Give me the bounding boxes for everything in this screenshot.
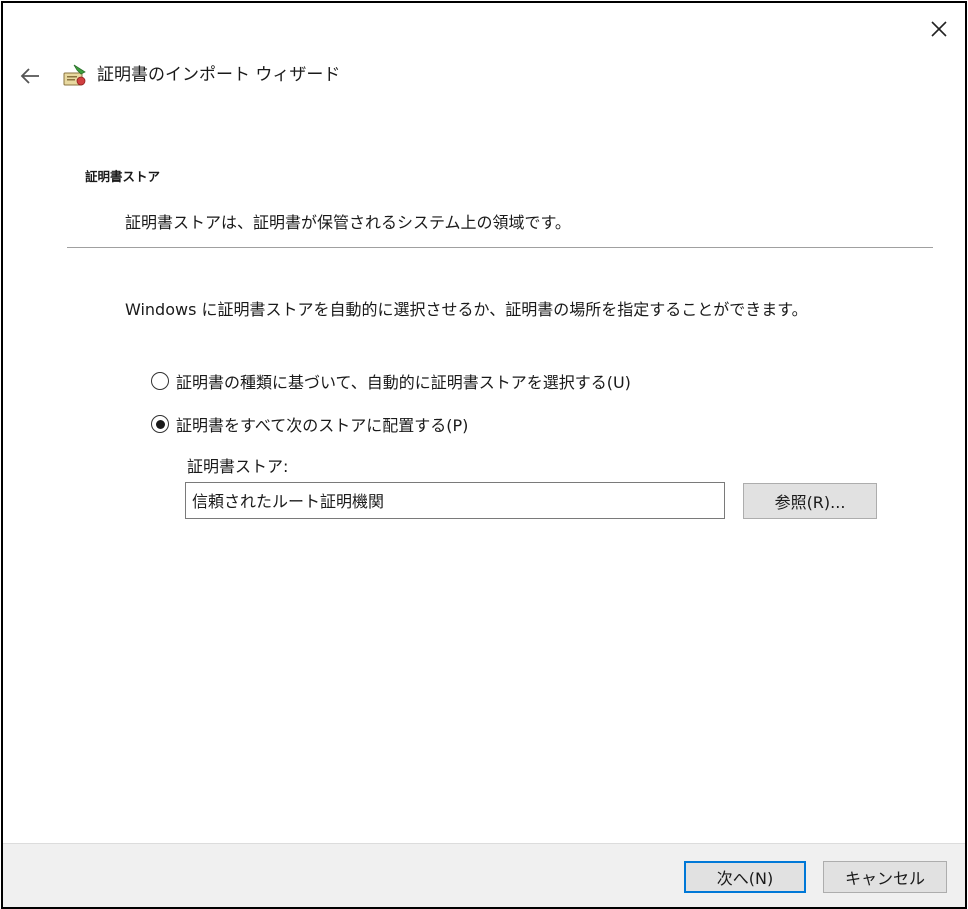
page-description: 証明書ストアは、証明書が保管されるシステム上の領域です。 — [125, 213, 571, 232]
browse-button[interactable]: 参照(R)... — [743, 483, 877, 519]
wizard-title: 証明書のインポート ウィザード — [97, 65, 341, 85]
radio-selected-dot — [155, 419, 165, 429]
radio-button-selected[interactable] — [151, 415, 169, 433]
wizard-footer: 次へ(N) キャンセル — [3, 843, 965, 907]
next-button[interactable]: 次へ(N) — [684, 861, 806, 893]
header-divider — [67, 247, 933, 248]
cancel-button[interactable]: キャンセル — [823, 861, 947, 893]
certificate-wizard-icon — [63, 64, 86, 86]
radio-auto-select[interactable]: 証明書の種類に基づいて、自動的に証明書ストアを選択する(U) — [151, 369, 631, 393]
radio-auto-select-label[interactable]: 証明書の種類に基づいて、自動的に証明書ストアを選択する(U) — [176, 369, 631, 393]
close-icon — [931, 21, 947, 37]
radio-button-unselected[interactable] — [151, 372, 169, 390]
radio-place-in-store-label[interactable]: 証明書をすべて次のストアに配置する(P) — [176, 412, 468, 436]
certificate-store-label: 証明書ストア: — [187, 457, 289, 476]
back-button[interactable] — [13, 59, 47, 93]
certificate-import-wizard-window: 証明書のインポート ウィザード 証明書ストア 証明書ストアは、証明書が保管される… — [1, 1, 967, 909]
certificate-store-field[interactable]: 信頼されたルート証明機関 — [185, 482, 725, 519]
back-arrow-icon — [20, 68, 39, 84]
close-button[interactable] — [919, 9, 959, 49]
page-title: 証明書ストア — [85, 169, 161, 184]
intro-text: Windows に証明書ストアを自動的に選択させるか、証明書の場所を指定すること… — [125, 300, 808, 319]
radio-place-in-store[interactable]: 証明書をすべて次のストアに配置する(P) — [151, 412, 468, 436]
